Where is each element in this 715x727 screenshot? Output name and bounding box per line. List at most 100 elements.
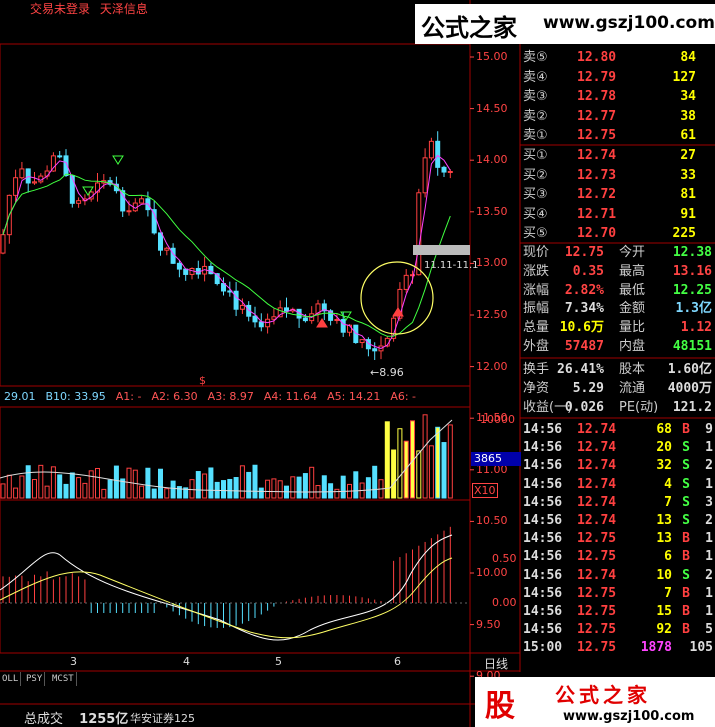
volume-bar [208, 467, 214, 499]
candle-body [422, 157, 428, 194]
book-price: 12.72 [577, 187, 617, 202]
book-volume: 127 [672, 69, 696, 85]
volume-bar [428, 445, 434, 499]
book-volume: 27 [680, 148, 696, 163]
trade-side: S [682, 440, 690, 456]
stat-label: 股本 [619, 362, 646, 377]
price-axis-label: 12.50 [476, 308, 508, 321]
candle-body [158, 232, 163, 251]
trade-count: 5 [705, 622, 713, 638]
trade-time: 14:56 [523, 494, 563, 510]
stat-value: 12.75 [564, 245, 604, 260]
quote-row: 卖① 12.75 61 [521, 127, 714, 145]
volume-bar [353, 471, 359, 499]
trade-count: 105 [689, 640, 713, 656]
indicator-tab[interactable]: MCST [50, 672, 77, 686]
volume-bar [309, 466, 315, 499]
candle-body [447, 170, 453, 173]
book-price: 12.80 [577, 50, 617, 65]
quote-row: 买⑤ 12.70 225 [521, 225, 714, 243]
volume-bar [107, 479, 113, 499]
indicator-tab[interactable]: PSY [24, 672, 46, 686]
volume-bar [25, 465, 31, 499]
volume-bar [44, 485, 50, 499]
volume-bar [82, 482, 88, 499]
volume-current-box: 3865 [471, 452, 521, 466]
candle-body [441, 166, 447, 173]
trade-side: B [682, 622, 690, 638]
price-highlight-bar [413, 245, 470, 255]
book-label: 卖③ [523, 89, 548, 104]
quote-row: 涨跌 0.35 最高 13.16 [521, 263, 714, 281]
volume-bar [340, 475, 346, 499]
book-volume: 38 [680, 108, 696, 124]
quote-row: 买② 12.73 33 [521, 167, 714, 185]
volume-bar [227, 478, 233, 499]
date-axis-label: 3 [70, 655, 77, 668]
trade-count: 1 [705, 531, 713, 547]
macd-dea-line [0, 557, 453, 639]
trade-price: 12.75 [577, 549, 617, 565]
volume-bar [328, 483, 334, 499]
watermark-top: 公式之家 www.gszj100.com [415, 4, 715, 44]
volume-bar [32, 479, 37, 499]
candle-body [19, 168, 25, 179]
quote-row: 现价 12.75 今开 12.38 [521, 244, 714, 262]
book-volume: 33 [680, 167, 696, 183]
broker-status: 华安证券125 [130, 712, 195, 725]
trade-price: 12.75 [577, 622, 617, 638]
quote-row: 14:56 12.75 92 B 5 [521, 621, 714, 639]
trade-side: S [682, 494, 690, 510]
account-status[interactable]: 交易未登录 [30, 2, 90, 16]
stat-value: 48151 [672, 339, 712, 354]
stat-label: 涨跌 [523, 263, 550, 279]
book-price: 12.79 [577, 69, 617, 85]
trade-time: 14:56 [523, 622, 563, 638]
trade-price: 12.74 [577, 440, 617, 456]
stat-label: 流通 [619, 381, 646, 396]
candle-body [139, 198, 145, 204]
stat-label: 净资 [523, 381, 550, 396]
volume-bar [397, 428, 403, 499]
volume-bar [233, 477, 239, 499]
stat-label: 量比 [619, 320, 646, 336]
trade-count: 1 [705, 549, 713, 565]
watermark-url: www.gszj100.com [563, 709, 695, 724]
price-axis-label: 10.50 [476, 514, 508, 528]
trade-volume: 32 [656, 458, 672, 474]
book-label: 卖① [523, 128, 548, 143]
volume-bar [290, 476, 296, 499]
trade-time: 14:56 [523, 440, 563, 456]
volume-bar [296, 476, 302, 499]
volume-bar [13, 487, 19, 499]
quote-row: 买③ 12.72 81 [521, 186, 714, 204]
date-axis-label: 6 [394, 655, 401, 668]
price-axis-label: 14.00 [476, 153, 508, 167]
date-axis-label: 4 [183, 655, 190, 668]
candle-body [428, 140, 434, 159]
volume-bar [422, 414, 428, 499]
book-price: 12.78 [577, 89, 617, 104]
volume-bar [95, 467, 100, 499]
price-axis-label: 9.50 [476, 617, 501, 631]
indicator-tab[interactable]: OLL [0, 672, 22, 686]
volume-bar [6, 474, 12, 499]
stat-value: 57487 [564, 339, 604, 354]
stat-label: 外盘 [523, 339, 550, 354]
signal-marker: $ [199, 374, 206, 387]
trade-price: 12.75 [577, 531, 617, 547]
quote-row: 14:56 12.74 68 B 9 [521, 421, 714, 439]
total-turnover: 总成交 1255亿 [24, 712, 129, 727]
volume-bar [145, 467, 151, 499]
volume-bar [252, 464, 258, 499]
book-volume: 61 [680, 128, 696, 143]
trade-count: 1 [705, 440, 713, 456]
candle-body [50, 155, 56, 172]
trade-side: B [682, 549, 690, 565]
quote-row: 14:56 12.74 20 S 1 [521, 439, 714, 457]
quote-row: 买④ 12.71 91 [521, 206, 714, 224]
period-selector[interactable]: 日线 [484, 655, 508, 672]
trade-price: 12.75 [577, 640, 617, 656]
sell-arrow-icon [112, 155, 124, 165]
indicator-value: B10: 33.95 [45, 390, 106, 403]
